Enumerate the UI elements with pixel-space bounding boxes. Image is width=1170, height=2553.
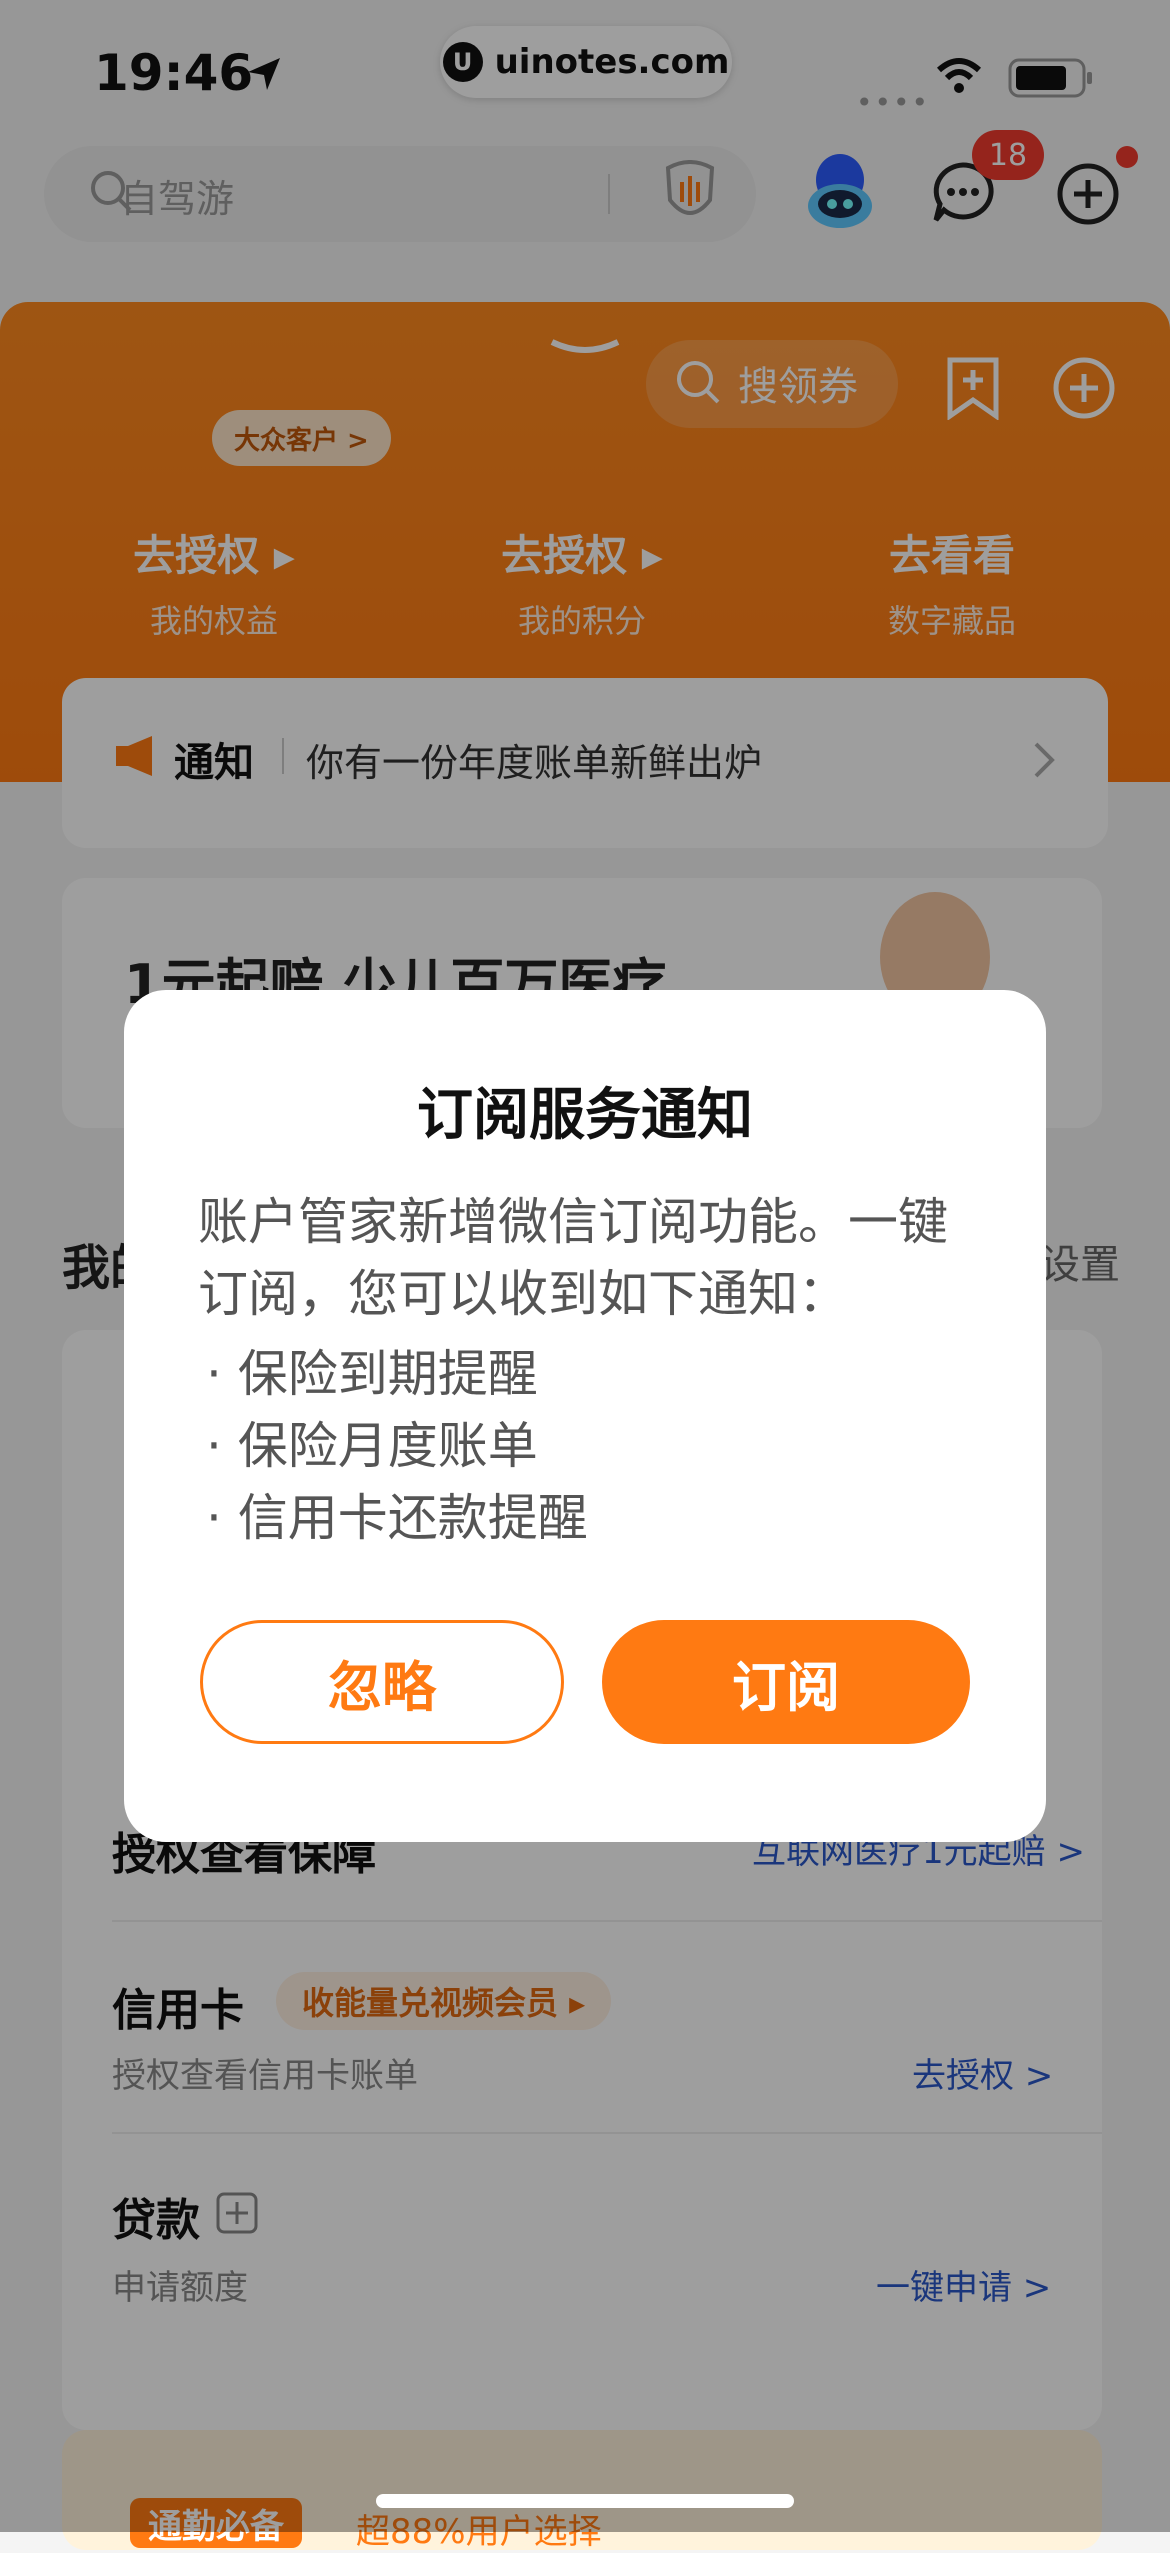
dialog-item: · 保险月度账单 [206,1417,538,1475]
subscribe-button[interactable]: 订阅 [602,1620,970,1744]
dialog-title: 订阅服务通知 [417,1083,753,1148]
ignore-button[interactable]: 忽略 [200,1620,564,1744]
dialog-item: · 信用卡还款提醒 [206,1489,588,1547]
dialog-item: · 保险到期提醒 [206,1345,538,1403]
dialog-body: 账户管家新增微信订阅功能。一键订阅，您可以收到如下通知： [198,1193,948,1323]
home-indicator[interactable] [376,2494,794,2508]
